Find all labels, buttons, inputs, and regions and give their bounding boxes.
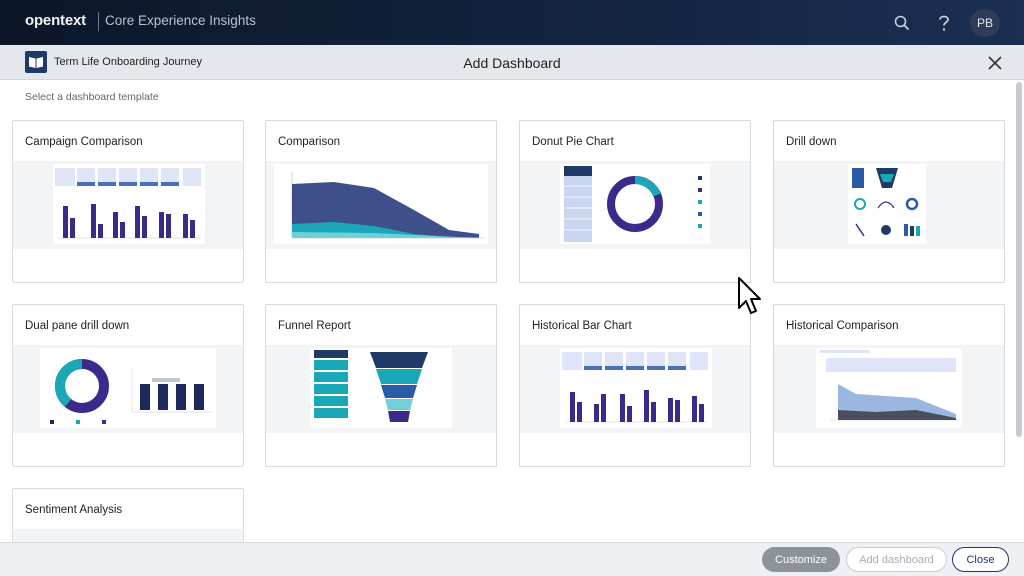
template-title: Funnel Report [278,320,351,332]
template-card-donut-pie-chart[interactable]: Donut Pie Chart [519,120,751,283]
close-button[interactable]: Close [952,547,1009,572]
template-card-sentiment-analysis[interactable]: Sentiment Analysis [12,488,244,542]
template-title: Donut Pie Chart [532,136,614,148]
brand-divider [98,12,99,31]
template-thumbnail [560,348,712,428]
search-icon[interactable] [888,9,916,37]
template-card-funnel-report[interactable]: Funnel Report [265,304,497,467]
close-icon[interactable] [986,54,1004,72]
template-thumbnail [560,164,710,244]
brand-logo: opentext [25,12,86,29]
template-thumbnail [310,348,452,428]
template-title: Dual pane drill down [25,320,130,332]
template-thumbnail [53,164,205,244]
template-card-comparison[interactable]: Comparison [265,120,497,283]
template-thumbnail [848,164,926,244]
scrollbar[interactable] [1016,82,1022,437]
user-avatar[interactable]: PB [970,9,1000,37]
template-card-historical-comparison[interactable]: Historical Comparison [773,304,1005,467]
template-thumbnail [816,348,962,428]
template-title: Campaign Comparison [25,136,143,148]
top-bar: opentext Core Experience Insights PB [0,0,1024,45]
template-card-drill-down[interactable]: Drill down [773,120,1005,283]
template-card-historical-bar-chart[interactable]: Historical Bar Chart [519,304,751,467]
template-title: Historical Bar Chart [532,320,632,332]
template-card-dual-pane-drill-down[interactable]: Dual pane drill down [12,304,244,467]
template-title: Historical Comparison [786,320,899,332]
template-title: Drill down [786,136,837,148]
template-title: Sentiment Analysis [25,504,123,516]
template-thumbnail [274,164,488,244]
modal-footer: Customize Add dashboard Close [0,542,1024,576]
help-icon[interactable] [930,9,958,37]
modal-header: Term Life Onboarding Journey Add Dashboa… [0,45,1024,80]
modal-title: Add Dashboard [463,55,561,71]
mouse-pointer-icon [737,276,763,316]
template-thumbnail [40,348,216,428]
add-dashboard-button[interactable]: Add dashboard [846,547,947,572]
template-title: Comparison [278,136,340,148]
modal-subtitle: Select a dashboard template [25,91,159,103]
template-card-campaign-comparison[interactable]: Campaign Comparison [12,120,244,283]
customize-button[interactable]: Customize [762,547,840,572]
product-name: Core Experience Insights [105,13,256,28]
